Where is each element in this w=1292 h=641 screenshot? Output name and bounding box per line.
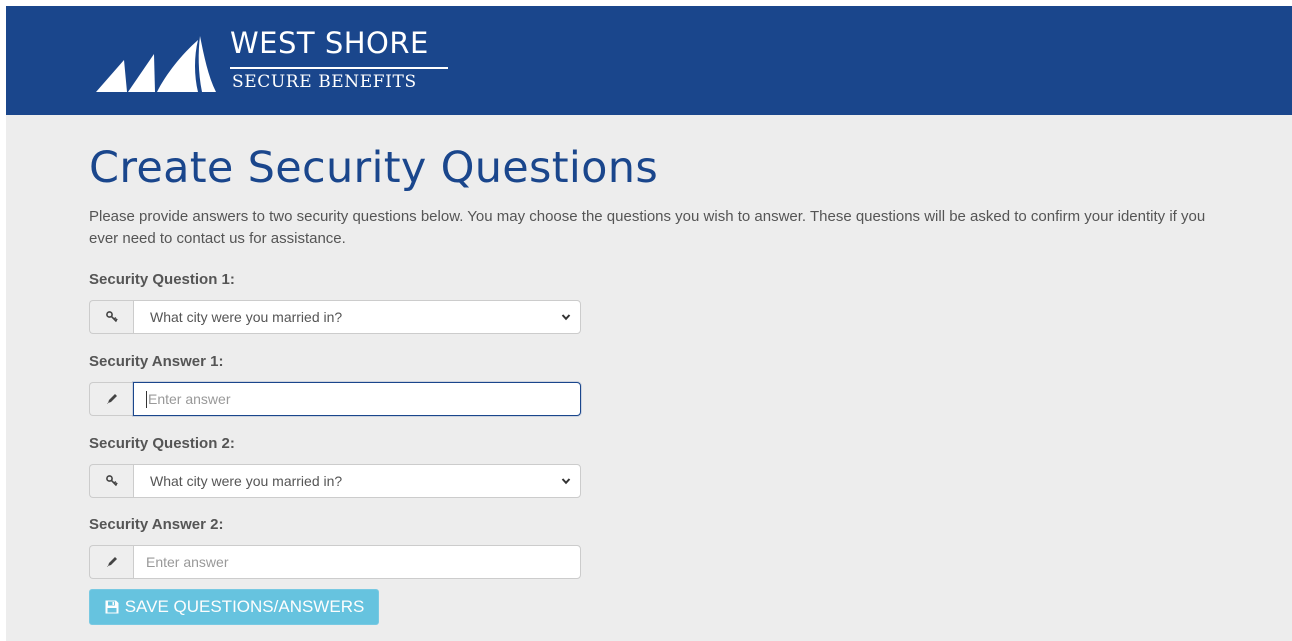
question2-select[interactable]: What city were you married in? (133, 464, 581, 498)
page-title: Create Security Questions (89, 143, 659, 193)
answer1-input[interactable]: Enter answer (133, 382, 581, 416)
question1-label: Security Question 1: (89, 271, 235, 288)
answer2-input[interactable]: Enter answer (133, 545, 581, 579)
key-icon (105, 311, 118, 323)
question1-select[interactable]: What city were you married in? (133, 300, 581, 334)
answer1-placeholder: Enter answer (148, 391, 231, 407)
floppy-disk-icon (105, 600, 119, 614)
main-content: Create Security Questions Please provide… (89, 142, 1219, 250)
save-button-label: SAVE QUESTIONS/ANSWERS (124, 597, 365, 616)
question1-selected-value: What city were you married in? (150, 309, 343, 325)
intro-text: Please provide answers to two security q… (89, 208, 1206, 247)
answer2-placeholder: Enter answer (146, 554, 229, 570)
sailboat-logo-icon (96, 36, 216, 92)
answer2-group: Enter answer (89, 545, 581, 579)
chevron-down-icon (561, 314, 571, 321)
pencil-icon (106, 394, 117, 404)
answer2-addon (89, 545, 133, 579)
brand-logo[interactable]: WEST SHORE SECURE BENEFITS (94, 20, 454, 100)
site-header: WEST SHORE SECURE BENEFITS (6, 6, 1292, 115)
question1-group: What city were you married in? (89, 300, 581, 334)
question2-selected-value: What city were you married in? (150, 473, 343, 489)
save-questions-button[interactable]: SAVE QUESTIONS/ANSWERS (89, 589, 379, 625)
question2-label: Security Question 2: (89, 435, 235, 452)
question2-group: What city were you married in? (89, 464, 581, 498)
brand-divider (230, 67, 448, 69)
key-icon (105, 475, 118, 487)
answer1-group: Enter answer (89, 382, 581, 416)
chevron-down-icon (561, 478, 571, 485)
answer1-label: Security Answer 1: (89, 353, 224, 370)
question1-addon (89, 300, 133, 334)
text-cursor (146, 390, 147, 408)
pencil-icon (106, 557, 117, 567)
answer1-addon (89, 382, 133, 416)
brand-name-line2: SECURE BENEFITS (232, 72, 417, 92)
brand-name-line1: WEST SHORE (230, 26, 429, 60)
question2-addon (89, 464, 133, 498)
answer2-label: Security Answer 2: (89, 516, 224, 533)
